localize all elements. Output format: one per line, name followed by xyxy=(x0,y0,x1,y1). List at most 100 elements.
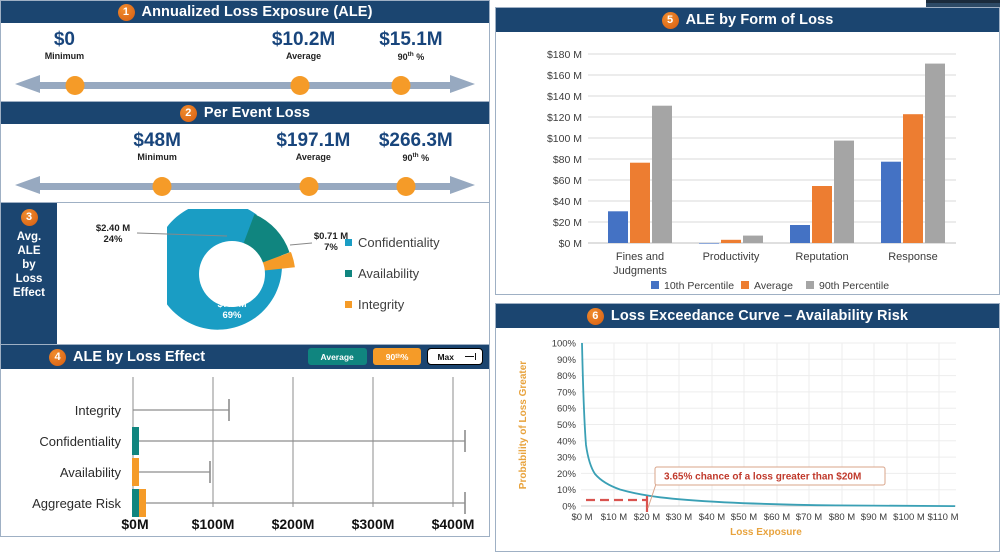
svg-text:60%: 60% xyxy=(557,404,577,415)
boxplot-row-availability xyxy=(132,458,211,486)
svg-text:$180 M: $180 M xyxy=(547,49,582,61)
panel5-group-reputation xyxy=(790,140,854,243)
panel2-slider-track[interactable] xyxy=(15,176,475,196)
bar-reputation-10th xyxy=(790,225,810,243)
bar-reputation-average xyxy=(812,186,832,243)
panel2-average-label: Average xyxy=(295,152,331,162)
svg-text:Productivity: Productivity xyxy=(703,251,760,263)
svg-text:80%: 80% xyxy=(557,371,577,382)
svg-text:100%: 100% xyxy=(552,339,577,350)
panel2-minimum-label: Minimum xyxy=(137,152,177,162)
legend-item-integrity[interactable]: Integrity xyxy=(345,297,440,312)
slider-shaft xyxy=(39,183,451,190)
panel2-stat-p90: $266.3M 90th % xyxy=(379,130,453,163)
slider-shaft xyxy=(39,82,451,89)
panel5-header: 5 ALE by Form of Loss xyxy=(496,8,999,32)
dashboard: 1 Annualized Loss Exposure (ALE) $0 Mini… xyxy=(0,0,1000,552)
panel5-group-productivity xyxy=(699,235,763,244)
panel1-stat-average: $10.2M Average xyxy=(272,29,335,61)
panel4-number-badge: 4 xyxy=(49,348,66,366)
svg-text:$30 M: $30 M xyxy=(666,512,692,523)
bar-productivity-10th xyxy=(699,243,719,244)
svg-text:$40 M: $40 M xyxy=(553,196,582,208)
panel2-body: $48M Minimum $197.1M Average $266.3M 90t… xyxy=(1,124,489,202)
svg-text:$10 M: $10 M xyxy=(601,512,627,523)
svg-text:$400M: $400M xyxy=(432,516,475,532)
panel4-plot: Integrity Confidentiality Availability A… xyxy=(1,369,489,536)
arrow-right-icon xyxy=(450,75,475,93)
svg-text:30%: 30% xyxy=(557,453,577,464)
toggle-max-label: Max xyxy=(437,351,454,362)
panel2-number-badge: 2 xyxy=(179,104,197,122)
panel-per-event-loss: 2 Per Event Loss $48M Minimum $197.1M Av… xyxy=(0,102,490,203)
panel3-number-badge: 3 xyxy=(20,209,38,226)
panel2-header: 2 Per Event Loss xyxy=(1,102,489,124)
panel2-p90-value: $266.3M xyxy=(378,130,453,151)
legend-item-confidentiality[interactable]: Confidentiality xyxy=(345,235,440,250)
panel5-body: $180 M $160 M $140 M $120 M $100 M $80 M… xyxy=(496,32,999,294)
svg-text:40%: 40% xyxy=(557,436,577,447)
svg-text:$90 M: $90 M xyxy=(861,512,887,523)
panel4-title-group: 4 ALE by Loss Effect xyxy=(49,348,205,366)
bar-fines-10th xyxy=(608,211,628,243)
svg-text:Integrity: Integrity xyxy=(75,403,122,418)
bar-reputation-90th xyxy=(834,140,854,243)
svg-text:10%: 10% xyxy=(557,485,577,496)
panel6-y-axis-title: Probability of Loss Greater xyxy=(518,361,529,489)
annotation-callout: 3.65% chance of a loss greater than $20M xyxy=(654,466,886,486)
panel1-body: $0 Minimum $10.2M Average $15.1M 90th % xyxy=(1,23,489,101)
panel1-knob-minimum[interactable] xyxy=(65,76,85,95)
legend-swatch-90th-percentile xyxy=(806,281,814,289)
panel6-number-badge: 6 xyxy=(586,307,604,325)
svg-text:$110 M: $110 M xyxy=(928,512,959,523)
panel1-title: Annualized Loss Exposure (ALE) xyxy=(141,4,373,20)
panel1-knob-average[interactable] xyxy=(290,76,310,95)
svg-text:$160 M: $160 M xyxy=(547,70,582,82)
arrow-left-icon xyxy=(15,176,40,194)
annotation-text: 3.65% chance of a loss greater than $20M xyxy=(664,472,861,483)
arrow-right-icon xyxy=(450,176,475,194)
svg-text:$100 M: $100 M xyxy=(893,512,925,523)
toggle-average[interactable]: Average xyxy=(307,348,367,365)
toggle-90th-percentile[interactable]: 90th % xyxy=(372,348,422,365)
panel5-number-badge: 5 xyxy=(661,11,679,29)
svg-text:$80 M: $80 M xyxy=(553,154,582,166)
panel1-stat-p90: $15.1M 90th % xyxy=(379,29,442,62)
svg-text:Response: Response xyxy=(888,251,938,263)
bar-response-average xyxy=(903,114,923,243)
panel6-line-chart: 100% 90% 80% 70% 60% 50% 40% 30% 20% 10%… xyxy=(518,339,959,539)
annotation-dashed-line xyxy=(586,496,649,512)
panel2-knob-average[interactable] xyxy=(299,177,319,196)
panel-annualized-loss-exposure: 1 Annualized Loss Exposure (ALE) $0 Mini… xyxy=(0,0,490,102)
panel4-category-labels: Integrity Confidentiality Availability A… xyxy=(32,403,121,511)
bar-response-10th xyxy=(881,161,901,243)
screen-edge-artifact xyxy=(926,0,1000,7)
panel2-knob-p90[interactable] xyxy=(396,177,416,196)
panel3-body: $2.40 M 24% $0.71 M 7% $7.0 M 69% Confid… xyxy=(57,201,489,344)
svg-text:90%: 90% xyxy=(557,355,577,366)
panel1-minimum-value: $0 xyxy=(53,29,75,50)
panel2-stat-average: $197.1M Average xyxy=(276,130,350,162)
svg-text:$0 M: $0 M xyxy=(571,512,592,523)
panel2-title: Per Event Loss xyxy=(203,105,311,121)
panel1-slider-track[interactable] xyxy=(15,75,475,95)
panel1-stat-minimum: $0 Minimum xyxy=(45,29,85,61)
svg-text:$20 M: $20 M xyxy=(634,512,660,523)
svg-text:50%: 50% xyxy=(557,420,577,431)
svg-text:Fines and: Fines and xyxy=(616,251,664,263)
panel1-average-value: $10.2M xyxy=(271,29,336,50)
legend-label-availability: Availability xyxy=(358,266,420,281)
svg-text:Judgments: Judgments xyxy=(613,265,667,277)
panel1-knob-p90[interactable] xyxy=(391,76,411,95)
legend-swatch-integrity xyxy=(345,301,352,308)
panel4-header: 4 ALE by Loss Effect Average 90th % Max xyxy=(1,345,489,369)
right-column: 5 ALE by Form of Loss $180 M $160 M $140… xyxy=(490,0,1000,552)
panel2-knob-minimum[interactable] xyxy=(152,177,172,196)
svg-text:$50 M: $50 M xyxy=(731,512,757,523)
panel6-x-tick-labels: $0 M $10 M $20 M $30 M $40 M $50 M $60 M… xyxy=(571,512,958,523)
toggle-max[interactable]: Max xyxy=(427,348,483,365)
panel-ale-by-form-of-loss: 5 ALE by Form of Loss $180 M $160 M $140… xyxy=(495,7,1000,295)
donut-label-availability: $2.40 M 24% xyxy=(95,223,131,245)
legend-item-availability[interactable]: Availability xyxy=(345,266,440,281)
panel3-side-title: Avg. ALE by Loss Effect xyxy=(13,231,45,299)
